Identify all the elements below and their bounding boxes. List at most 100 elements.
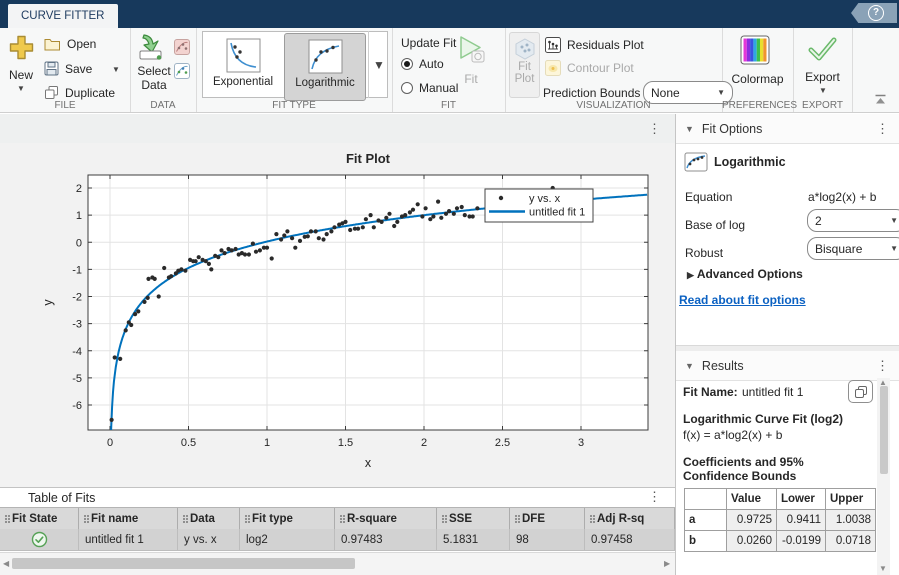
contour-plot-toggle[interactable]: Contour Plot: [545, 60, 634, 76]
collapse-ribbon-button[interactable]: [874, 94, 887, 108]
column-header-fit-state[interactable]: Fit State: [0, 508, 79, 529]
fit-plot-toggle[interactable]: Fit Plot: [509, 32, 540, 98]
section-file: New ▼ Open Save ▼ Duplicate FILE: [0, 28, 131, 112]
new-dropdown-arrow[interactable]: ▼: [17, 84, 25, 93]
residuals-plot-toggle[interactable]: Residuals Plot: [545, 37, 644, 53]
svg-text:1.5: 1.5: [338, 437, 353, 449]
fit-options-menu-dots[interactable]: ⋮: [876, 122, 889, 135]
document-tabstrip: untitled fit 1 × ⋮: [0, 114, 675, 143]
fit-type-exponential[interactable]: Exponential: [205, 33, 281, 99]
table-of-fits-row[interactable]: untitled fit 1y vs. xlog20.974835.183198…: [0, 529, 675, 551]
robust-dropdown[interactable]: Bisquare▼: [807, 237, 899, 260]
column-grip-icon[interactable]: [5, 515, 7, 517]
collapse-triangle-icon[interactable]: ▼: [685, 361, 694, 371]
new-button[interactable]: [8, 34, 35, 64]
help-button[interactable]: ?: [851, 3, 897, 23]
horizontal-scrollbar-thumb[interactable]: [12, 558, 355, 569]
advanced-options-toggle[interactable]: ▶ Advanced Options: [687, 267, 803, 281]
collapse-triangle-icon[interactable]: ▼: [685, 124, 694, 134]
coefficients-title-line2: Confidence Bounds: [683, 469, 796, 483]
duplicate-icon: [44, 85, 59, 100]
column-grip-icon[interactable]: [442, 515, 444, 517]
fit-row-cell[interactable]: 0.97483: [335, 529, 437, 550]
robust-label: Robust: [685, 246, 723, 260]
fit-type-logarithmic[interactable]: Logarithmic: [284, 33, 366, 101]
exclude-outliers-button[interactable]: [174, 39, 190, 58]
curve-fit-title: Logarithmic Curve Fit (log2): [683, 412, 843, 426]
save-button[interactable]: Save: [44, 61, 92, 76]
scroll-right-icon[interactable]: ▶: [664, 559, 670, 568]
table-of-fits-panel: Table of Fits ⋮ Fit StateFit nameDataFit…: [0, 487, 675, 560]
document-menu-dots[interactable]: ⋮: [648, 122, 661, 135]
column-header-dfe[interactable]: DFE: [510, 508, 585, 529]
select-data-icon: [136, 33, 168, 61]
fit-row-cell[interactable]: log2: [240, 529, 335, 550]
column-grip-icon[interactable]: [183, 515, 185, 517]
column-grip-icon[interactable]: [515, 515, 517, 517]
fit-row-cell[interactable]: 98: [510, 529, 585, 550]
coeff-value-cell: 0.9411: [777, 510, 826, 531]
green-check-icon: [31, 531, 48, 548]
select-data-button[interactable]: [136, 33, 168, 64]
column-header-fit-type[interactable]: Fit type: [240, 508, 335, 529]
equation-label: Equation: [685, 190, 732, 204]
fit-row-cell[interactable]: 0.97458: [585, 529, 675, 550]
scroll-left-icon[interactable]: ◀: [3, 559, 9, 568]
coefficients-table: ValueLowerUppera0.97250.94111.0038b0.026…: [684, 488, 876, 552]
manual-radio[interactable]: Manual: [401, 81, 458, 95]
column-header-data[interactable]: Data: [178, 508, 240, 529]
scroll-down-icon[interactable]: ▼: [879, 564, 887, 573]
fit-options-header[interactable]: ▼ Fit Options ⋮: [676, 114, 899, 144]
colormap-label[interactable]: Colormap: [722, 72, 793, 86]
svg-text:1: 1: [264, 437, 270, 449]
column-header-adj-r-sq[interactable]: Adj R-sq: [585, 508, 675, 529]
section-export: Export ▼ EXPORT: [793, 28, 853, 112]
colormap-button[interactable]: [739, 34, 771, 69]
export-button[interactable]: [807, 36, 837, 65]
column-grip-icon[interactable]: [590, 515, 592, 517]
vertical-scrollbar[interactable]: ▲ ▼: [877, 378, 890, 575]
fit-row-cell[interactable]: 5.1831: [437, 529, 510, 550]
validation-data-button[interactable]: [174, 63, 190, 82]
fit-row-cell[interactable]: untitled fit 1: [79, 529, 178, 550]
column-grip-icon[interactable]: [245, 515, 247, 517]
column-header-sse[interactable]: SSE: [437, 508, 510, 529]
fit-plot-chart[interactable]: 00.511.522.53210-1-2-3-4-5-6Fit Plotxyy …: [0, 143, 675, 487]
results-header[interactable]: ▼ Results ⋮: [676, 351, 899, 381]
table-of-fits-menu-dots[interactable]: ⋮: [648, 490, 661, 503]
column-grip-icon[interactable]: [340, 515, 342, 517]
column-header-fit-name[interactable]: Fit name: [79, 508, 178, 529]
fit-plot-label1: Fit: [518, 61, 531, 73]
fit-type-gallery-dropdown[interactable]: ▼: [368, 31, 389, 98]
table-of-fits-header-row[interactable]: Fit StateFit nameDataFit typeR-squareSSE…: [0, 507, 675, 530]
svg-text:2: 2: [76, 183, 82, 195]
export-dropdown-arrow[interactable]: ▼: [819, 86, 827, 95]
column-grip-icon[interactable]: [84, 515, 86, 517]
select-data-label2[interactable]: Data: [130, 78, 178, 92]
coeff-row-label: a: [685, 510, 727, 531]
coeff-value-cell: 0.0718: [826, 531, 876, 552]
base-of-log-dropdown[interactable]: 2▼: [807, 209, 899, 232]
fit-row-cell[interactable]: y vs. x: [178, 529, 240, 550]
logarithmic-label: Logarithmic: [295, 77, 354, 89]
column-header-r-square[interactable]: R-square: [335, 508, 437, 529]
results-menu-dots[interactable]: ⋮: [876, 359, 889, 372]
fit-run-button[interactable]: Fit: [454, 34, 488, 69]
fit-state-cell[interactable]: [0, 529, 79, 550]
horizontal-scrollbar[interactable]: ◀ ▶: [0, 552, 675, 575]
svg-text:y: y: [41, 299, 55, 306]
save-dropdown-arrow[interactable]: ▼: [112, 65, 120, 74]
duplicate-button[interactable]: Duplicate: [44, 85, 115, 100]
export-label[interactable]: Export: [793, 70, 852, 84]
copy-results-button[interactable]: [848, 380, 873, 403]
new-label[interactable]: New: [2, 68, 40, 82]
vertical-scrollbar-thumb[interactable]: [880, 386, 888, 474]
exclude-outliers-icon: [174, 39, 190, 55]
tab-curve-fitter[interactable]: CURVE FITTER: [8, 4, 118, 28]
open-button[interactable]: Open: [44, 37, 96, 51]
file-section-label: FILE: [0, 100, 130, 111]
auto-radio[interactable]: Auto: [401, 57, 444, 71]
exponential-icon: [226, 38, 261, 73]
read-about-fit-options-link[interactable]: Read about fit options: [679, 293, 806, 307]
select-data-label1[interactable]: Select: [130, 64, 178, 78]
